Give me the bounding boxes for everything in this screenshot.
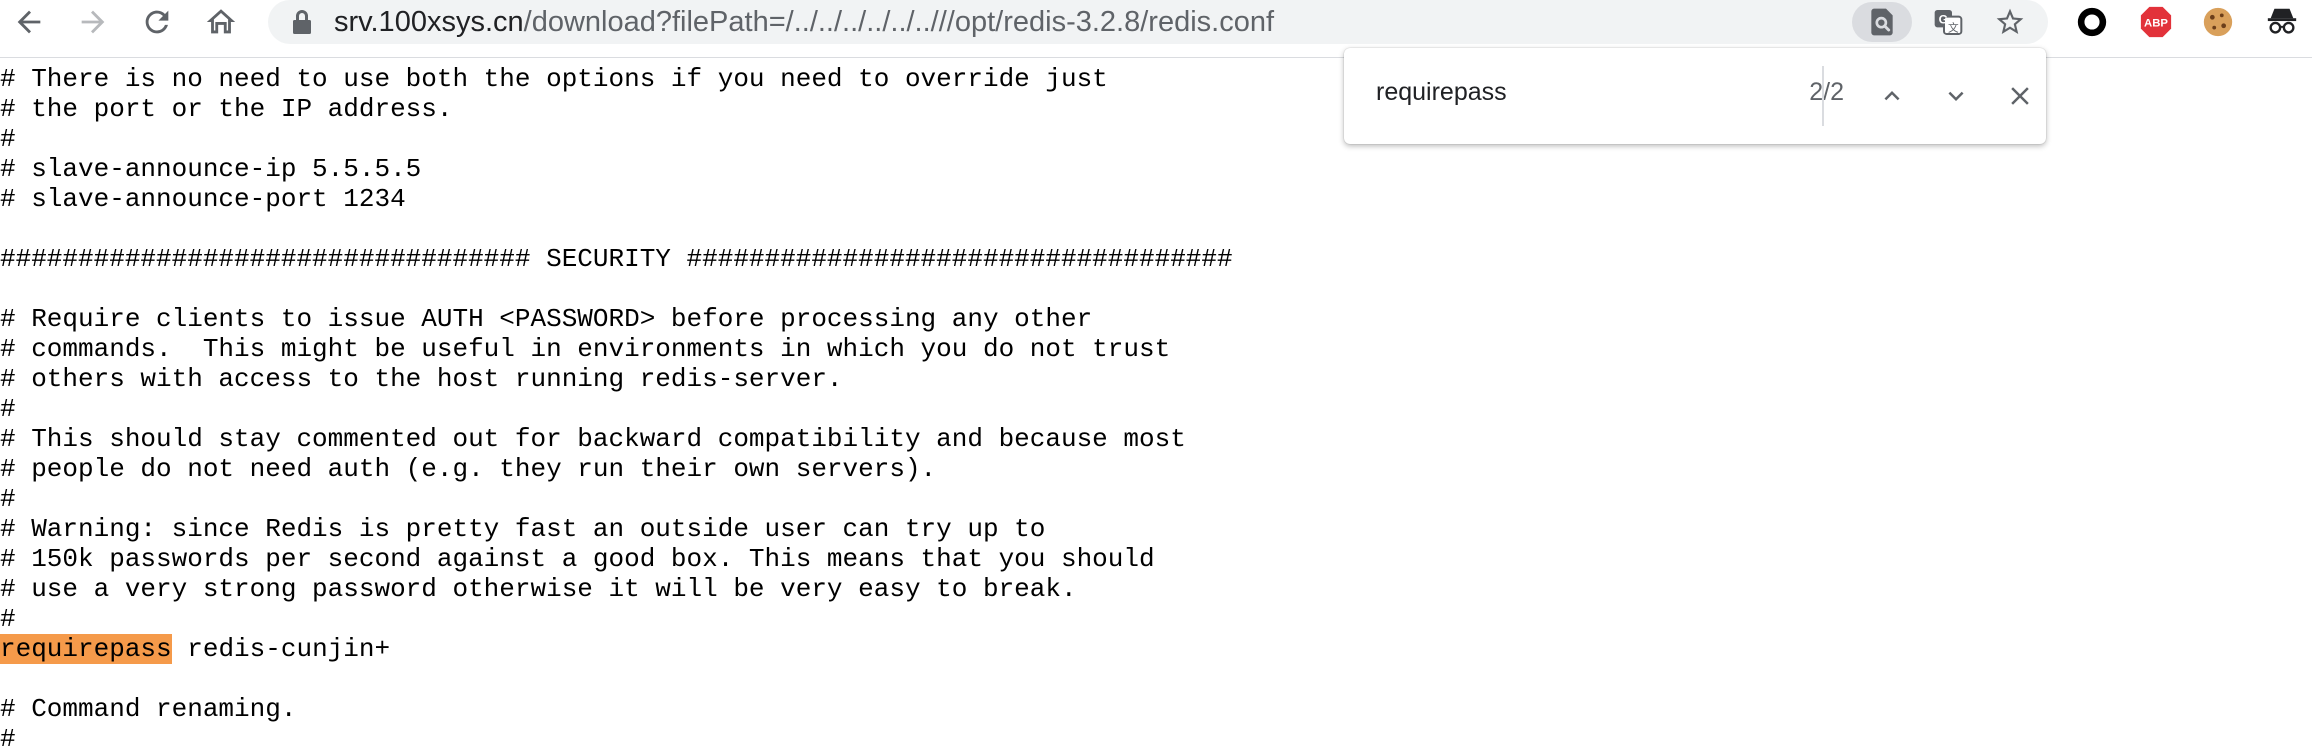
config-line: # Warning: since Redis is pretty fast an…	[0, 514, 1046, 544]
url-host: srv.100xsys.cn	[334, 6, 524, 38]
find-separator	[1822, 66, 1824, 126]
find-bar: requirepass 2/2	[1344, 48, 2046, 144]
circle-extension-button[interactable]	[2074, 4, 2110, 40]
adblock-plus-icon: ABP	[2140, 6, 2172, 38]
adblock-label: ABP	[2144, 18, 2168, 30]
config-line: ################################## SECUR…	[0, 244, 1233, 274]
find-close-button[interactable]	[1998, 74, 2042, 118]
incognito-extension-button[interactable]	[2264, 4, 2300, 40]
url-path: /download?filePath=/../../../../../..///…	[523, 6, 1275, 38]
config-line: # people do not need auth (e.g. they run…	[0, 454, 937, 484]
config-line: # the port or the IP address.	[0, 94, 453, 124]
lock-icon[interactable]	[290, 9, 314, 35]
config-line: # commands. This might be useful in envi…	[0, 334, 1171, 364]
search-match-highlight: requirepass	[0, 634, 172, 664]
chevron-down-icon	[1948, 91, 1964, 101]
circle-extension-icon	[2077, 7, 2107, 37]
find-in-page-icon	[1871, 8, 1893, 36]
find-match-count: 2/2	[1809, 78, 1844, 106]
config-line: # slave-announce-port 1234	[0, 184, 406, 214]
bookmark-button[interactable]	[1988, 2, 2032, 42]
config-line: # use a very strong password otherwise i…	[0, 574, 1077, 604]
partial-top-line: #	[0, 54, 16, 60]
find-in-page-button[interactable]	[1852, 2, 1912, 42]
translate-button[interactable]: G 文	[1926, 2, 1970, 42]
config-line	[0, 214, 1233, 244]
config-lines: # There is no need to use both the optio…	[0, 64, 1233, 754]
cookie-extension-button[interactable]	[2200, 4, 2236, 40]
config-line: #	[0, 124, 16, 154]
star-icon	[1996, 8, 2024, 34]
find-input[interactable]: requirepass	[1376, 78, 1507, 107]
adblock-plus-button[interactable]: ABP	[2138, 4, 2174, 40]
svg-text:G: G	[1939, 12, 1948, 26]
config-line: # There is no need to use both the optio…	[0, 64, 1108, 94]
config-line: #	[0, 724, 16, 754]
config-line: #	[0, 484, 16, 514]
find-next-button[interactable]	[1934, 74, 1978, 118]
incognito-extension-icon	[2267, 8, 2297, 34]
config-line: # Require clients to issue AUTH <PASSWOR…	[0, 304, 1093, 334]
find-previous-button[interactable]	[1870, 74, 1914, 118]
config-line: # 150k passwords per second against a go…	[0, 544, 1155, 574]
reload-icon	[145, 10, 169, 34]
svg-text:文: 文	[1948, 21, 1959, 34]
lines-before-match: # There is no need to use both the optio…	[0, 64, 1233, 634]
home-button[interactable]	[198, 2, 244, 42]
address-bar[interactable]: srv.100xsys.cn/download?filePath=/../../…	[268, 0, 2048, 44]
chevron-up-icon	[1884, 91, 1900, 101]
config-line: # This should stay commented out for bac…	[0, 424, 1186, 454]
back-button[interactable]	[6, 2, 52, 42]
reload-button[interactable]	[134, 2, 180, 42]
config-line: #	[0, 604, 16, 634]
config-line: # others with access to the host running…	[0, 364, 843, 394]
config-line	[0, 274, 1233, 304]
cookie-extension-icon	[2203, 7, 2233, 37]
match-line: requirepass redis-cunjin+	[0, 634, 1233, 664]
document-content: # # There is no need to use both the opt…	[0, 54, 2312, 756]
match-line-rest: redis-cunjin+	[171, 634, 391, 664]
config-line: #	[0, 394, 16, 424]
config-line: # slave-announce-ip 5.5.5.5	[0, 154, 422, 184]
close-icon	[2011, 87, 2029, 105]
lines-after-match: # Command renaming. #	[0, 664, 1233, 754]
back-arrow-icon	[17, 10, 41, 34]
translate-icon: G 文	[1934, 10, 1963, 35]
forward-arrow-icon	[81, 10, 105, 34]
home-icon	[206, 9, 236, 34]
config-line: # Command renaming.	[0, 694, 297, 724]
config-line	[0, 664, 1233, 694]
forward-button[interactable]	[70, 2, 116, 42]
url-text: srv.100xsys.cn/download?filePath=/../../…	[334, 6, 1274, 38]
